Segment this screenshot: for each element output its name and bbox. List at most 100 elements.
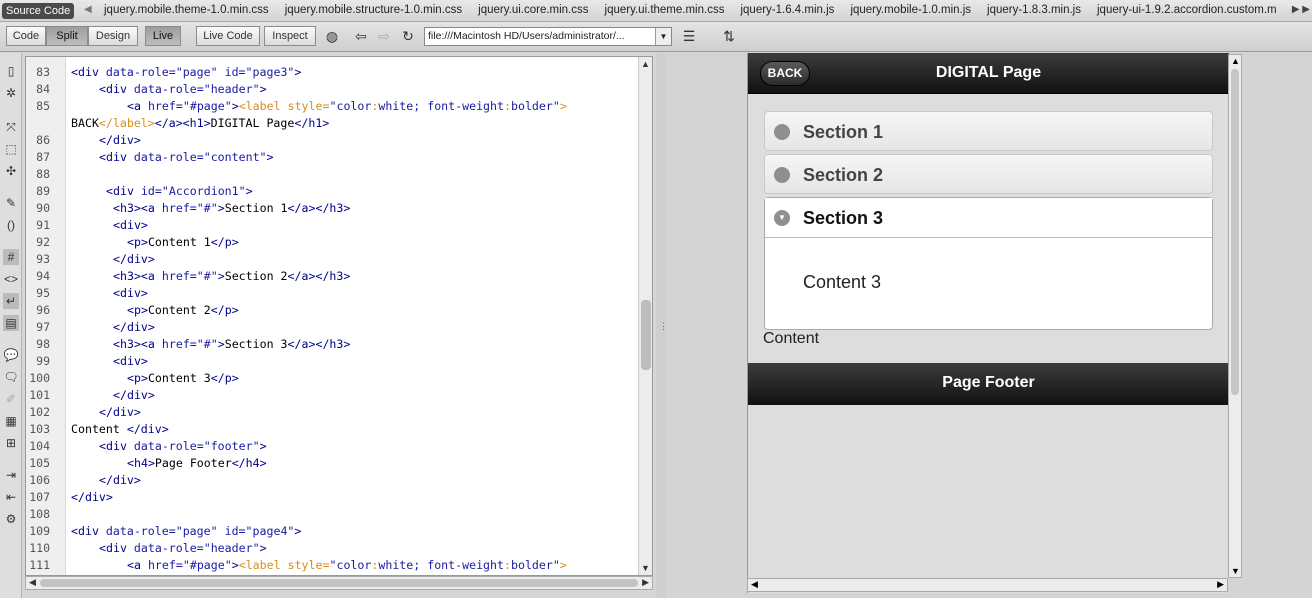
code-token: </a><h1> [154,116,211,130]
code-token: "#" [196,337,218,351]
live-code-button[interactable]: Live Code [196,26,260,46]
code-token: </div> [99,473,141,487]
accordion-section-2[interactable]: Section 2 [764,154,1213,194]
line-numbers-icon[interactable]: # [3,249,19,265]
code-token: </div> [99,405,141,419]
code-token: <div [99,150,134,164]
design-view-button[interactable]: Design [88,26,138,46]
code-token: : [504,99,511,113]
split-view-button[interactable]: Split [46,26,88,46]
related-file-tab[interactable]: jquery-ui-1.9.2.accordion.custom.m [1097,4,1277,16]
split-divider[interactable]: ⋮ [656,53,668,598]
scrollbar-thumb[interactable] [40,579,638,587]
line-number: 86 [36,133,50,147]
code-token: data-role= [105,65,176,79]
indent-code-icon[interactable]: ⇥ [3,467,19,483]
code-token: <p> [127,235,148,249]
collapse-selection-icon[interactable]: ⬚ [3,141,19,157]
code-text: <div data-role="content"> [71,149,274,166]
scrollbar-thumb[interactable] [1231,69,1239,395]
inspect-button[interactable]: Inspect [264,26,316,46]
refresh-icon[interactable]: ↻ [399,27,417,45]
scroll-up-icon[interactable]: ▲ [1231,56,1240,66]
related-file-tab[interactable]: jquery.mobile.structure-1.0.min.css [285,4,462,16]
code-token: "#page" [182,558,232,572]
move-css-icon[interactable]: ⊞ [3,435,19,451]
code-token: </h4> [231,456,267,470]
code-token: </div> [113,320,155,334]
code-text: <div> [71,285,148,302]
scroll-right-icon[interactable]: ▶ [1217,579,1224,590]
word-wrap-icon[interactable]: ↵ [3,293,19,309]
back-arrow-icon[interactable]: ⇦ [352,27,370,45]
code-line: 101 </div> [26,387,640,404]
accordion-section-3[interactable]: ▼ Section 3 Content 3 [764,197,1213,330]
scroll-left-icon[interactable]: ◀ [84,4,92,15]
related-file-tab[interactable]: jquery-1.8.3.min.js [987,4,1081,16]
chevron-down-icon[interactable]: ▼ [655,28,671,45]
code-view-button[interactable]: Code [6,26,46,46]
scroll-down-icon[interactable]: ▼ [1231,566,1240,576]
code-line: 90 <h3><a href="#">Section 1</a></h3> [26,200,640,217]
code-token: <h3><a [113,337,162,351]
scroll-left-icon[interactable]: ◀ [29,577,36,588]
live-horizontal-scrollbar[interactable]: ◀ ▶ [747,578,1228,592]
related-file-tab[interactable]: jquery.ui.theme.min.css [605,4,725,16]
outdent-code-icon[interactable]: ⇤ [3,489,19,505]
globe-icon[interactable]: ◍ [323,27,341,45]
page-options-icon[interactable]: ☰ [680,27,698,45]
code-line: 83 <div data-role="page" id="page3"> [26,64,640,81]
apply-comment-icon[interactable]: 💬 [3,347,19,363]
related-file-tab[interactable]: jquery.mobile-1.0.min.js [850,4,971,16]
highlight-invalid-code-icon[interactable]: <> [3,271,19,287]
line-number: 101 [29,388,50,402]
scroll-down-icon[interactable]: ▼ [641,563,650,573]
code-text: <div data-role="page" id="page3"> [71,64,301,81]
open-documents-icon[interactable]: ▯ [3,63,19,79]
scrollbar-thumb[interactable] [641,300,651,370]
code-token: href= [161,201,197,215]
balance-braces-icon[interactable]: () [3,217,19,233]
related-file-tab[interactable]: jquery-1.6.4.min.js [740,4,834,16]
file-management-icon[interactable]: ⇅ [720,27,738,45]
code-text: BACK</label></a><h1>DIGITAL Page</h1> [71,115,329,132]
scroll-up-icon[interactable]: ▲ [641,59,650,69]
code-token: data-role= [133,439,204,453]
code-text: <a href="#page"><label style="color:whit… [71,557,567,574]
line-number: 90 [36,201,50,215]
code-token: "header" [203,82,260,96]
source-code-tab[interactable]: Source Code [2,3,75,19]
back-button[interactable]: BACK [760,61,810,86]
scroll-right-icon[interactable]: ▶ ▶ [1287,4,1310,15]
code-line: 106 </div> [26,472,640,489]
related-files-bar: Source Code ◀ jquery.mobile.theme-1.0.mi… [0,0,1312,22]
code-token: </label> [98,116,155,130]
document-toolbar: Code Split Design Live Live Code Inspect… [0,22,1312,52]
live-view-button[interactable]: Live [145,26,181,46]
code-text: <h4>Page Footer</h4> [71,455,267,472]
accordion-section-1[interactable]: Section 1 [764,111,1213,151]
format-source-icon[interactable]: ⚙ [3,511,19,527]
recent-snippets-icon[interactable]: ▦ [3,413,19,429]
related-file-tab[interactable]: jquery.ui.core.min.css [478,4,588,16]
code-editor[interactable]: 83 <div data-role="page" id="page3"> 84 <di… [25,56,653,576]
live-vertical-scrollbar[interactable]: ▲ ▼ [1228,54,1242,578]
code-horizontal-scrollbar[interactable]: ◀ ▶ [25,576,653,590]
wrap-tag-icon[interactable]: ✐ [3,391,19,407]
remove-comment-icon[interactable]: 🗨 [3,369,19,385]
show-code-navigator-icon[interactable]: ✲ [3,85,19,101]
line-number: 92 [36,235,50,249]
address-field[interactable]: file:///Macintosh HD/Users/administrator… [424,27,672,46]
expand-all-icon[interactable]: ✣ [3,163,19,179]
syntax-coloring-icon[interactable]: ▤ [3,315,19,331]
select-parent-tag-icon[interactable]: ✎ [3,195,19,211]
code-text: </div> [71,319,155,336]
code-token: <div [106,184,141,198]
forward-arrow-icon[interactable]: ⇨ [375,27,393,45]
scroll-right-icon[interactable]: ▶ [642,577,649,588]
collapse-tag-icon[interactable]: ⤧ [3,119,19,135]
scroll-left-icon[interactable]: ◀ [751,579,758,590]
code-token: <div> [113,218,148,232]
related-file-tab[interactable]: jquery.mobile.theme-1.0.min.css [104,4,269,16]
code-vertical-scrollbar[interactable]: ▲ ▼ [638,57,652,575]
